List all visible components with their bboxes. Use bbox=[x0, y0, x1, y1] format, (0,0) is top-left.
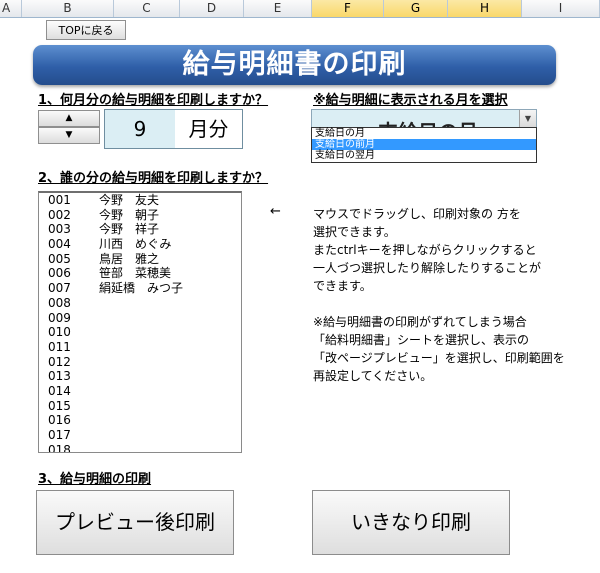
month-select-dropdown: 支給日の月 支給日の前月 支給日の翌月 bbox=[311, 127, 537, 163]
note-line: 「給料明細書」シートを選択し、表示の bbox=[313, 333, 530, 347]
month-display: 9 月分 bbox=[104, 109, 243, 149]
employee-number: 014 bbox=[48, 383, 71, 398]
preview-print-button[interactable]: プレビュー後印刷 bbox=[36, 490, 234, 555]
direct-print-button[interactable]: いきなり印刷 bbox=[312, 490, 510, 555]
section1-heading: 1、何月分の給与明細を印刷しますか？ bbox=[38, 93, 269, 108]
column-header-f[interactable]: F bbox=[312, 0, 384, 17]
employee-number: 003 bbox=[48, 222, 71, 237]
dropdown-option[interactable]: 支給日の翌月 bbox=[312, 150, 536, 161]
employee-number: 002 bbox=[48, 207, 71, 222]
section2-heading: 2、誰の分の給与明細を印刷しますか？ bbox=[38, 171, 269, 186]
list-item[interactable]: 006 笹部 菜穂美 bbox=[39, 266, 241, 281]
employee-listbox[interactable]: 001 今野 友夫 002 今野 朝子 003 今野 祥子 004 川西 めぐみ 005… bbox=[38, 191, 242, 453]
column-header-h[interactable]: H bbox=[448, 0, 522, 17]
list-item[interactable]: 005 鳥居 雅之 bbox=[39, 252, 241, 267]
list-item[interactable]: 003 今野 祥子 bbox=[39, 222, 241, 237]
employee-name: 今野 朝子 bbox=[99, 207, 160, 222]
list-item[interactable]: 014 bbox=[39, 384, 241, 399]
employee-name: 川西 めぐみ bbox=[99, 237, 172, 252]
top-button[interactable]: TOPに戻る bbox=[46, 20, 126, 40]
month-select-heading: ※給与明細に表示される月を選択 bbox=[313, 93, 508, 108]
employee-number: 011 bbox=[48, 339, 71, 354]
employee-number: 017 bbox=[48, 428, 71, 442]
employee-name: 絹延橋 みつ子 bbox=[99, 281, 184, 296]
instruction-line: 選択できます。 bbox=[313, 225, 396, 239]
dropdown-option[interactable]: 支給日の月 bbox=[312, 128, 536, 139]
employee-number: 018 bbox=[48, 442, 71, 453]
month-spin-down-button[interactable]: ▼ bbox=[38, 127, 100, 144]
arrow-left-icon: ← bbox=[270, 204, 281, 219]
list-item[interactable]: 011 bbox=[39, 340, 241, 355]
list-item[interactable]: 004 川西 めぐみ bbox=[39, 237, 241, 252]
month-unit-label: 月分 bbox=[175, 110, 242, 148]
column-header-c[interactable]: C bbox=[114, 0, 180, 17]
list-item[interactable]: 013 bbox=[39, 369, 241, 384]
instruction-line: できます。 bbox=[313, 279, 372, 293]
month-value: 9 bbox=[133, 117, 147, 141]
list-item[interactable]: 010 bbox=[39, 325, 241, 340]
instruction-line: またctrlキーを押しながらクリックすると bbox=[313, 243, 537, 257]
list-item[interactable]: 016 bbox=[39, 413, 241, 428]
employee-number: 007 bbox=[48, 281, 71, 296]
employee-number: 013 bbox=[48, 369, 71, 384]
list-item[interactable]: 008 bbox=[39, 296, 241, 311]
arrow-down-icon: ▼ bbox=[65, 130, 73, 140]
column-header-e[interactable]: E bbox=[244, 0, 312, 17]
instructions-text: マウスでドラッグし、印刷対象の 方を 選択できます。 またctrlキーを押しなが… bbox=[313, 205, 583, 385]
employee-name: 笹部 菜穂美 bbox=[99, 266, 172, 281]
employee-number: 004 bbox=[48, 237, 71, 252]
employee-number: 010 bbox=[48, 325, 71, 340]
note-line: ※給与明細書の印刷がずれてしまう場合 bbox=[313, 315, 527, 329]
employee-name: 今野 友夫 bbox=[99, 193, 160, 207]
column-header-a[interactable]: A bbox=[0, 0, 22, 17]
note-line: 「改ページプレビュー」を選択し、印刷範囲を bbox=[313, 351, 565, 365]
list-item[interactable]: 012 bbox=[39, 355, 241, 370]
arrow-up-icon: ▲ bbox=[65, 113, 73, 123]
note-line: 再設定してください。 bbox=[313, 369, 433, 383]
column-header-d[interactable]: D bbox=[180, 0, 244, 17]
page-title: 給与明細書の印刷 bbox=[33, 45, 556, 85]
month-spin-up-button[interactable]: ▲ bbox=[38, 110, 100, 127]
list-item[interactable]: 009 bbox=[39, 311, 241, 326]
column-header-i[interactable]: I bbox=[522, 0, 600, 17]
column-header-b[interactable]: B bbox=[22, 0, 114, 17]
month-select-combobox[interactable]: 支給日の月 ▼ bbox=[311, 109, 537, 129]
column-header-g[interactable]: G bbox=[384, 0, 448, 17]
dropdown-arrow-icon[interactable]: ▼ bbox=[519, 110, 536, 128]
employee-name: 今野 祥子 bbox=[99, 222, 160, 237]
list-item[interactable]: 018 bbox=[39, 442, 241, 453]
employee-number: 006 bbox=[48, 266, 71, 281]
column-header-bar: A B C D E F G H I bbox=[0, 0, 600, 18]
list-item[interactable]: 001 今野 友夫 bbox=[39, 193, 241, 208]
employee-number: 009 bbox=[48, 310, 71, 325]
instruction-line: マウスでドラッグし、印刷対象の 方を bbox=[313, 207, 521, 221]
employee-number: 008 bbox=[48, 295, 71, 310]
employee-number: 001 bbox=[48, 193, 71, 207]
section3-heading: 3、給与明細の印刷 bbox=[38, 472, 152, 487]
employee-number: 005 bbox=[48, 251, 71, 266]
employee-number: 015 bbox=[48, 398, 71, 413]
list-item[interactable]: 015 bbox=[39, 399, 241, 414]
employee-number: 016 bbox=[48, 413, 71, 428]
list-item[interactable]: 017 bbox=[39, 428, 241, 443]
dropdown-option-selected[interactable]: 支給日の前月 bbox=[312, 139, 536, 150]
employee-name: 鳥居 雅之 bbox=[99, 251, 160, 266]
instruction-line: 一人づつ選択したり解除したりすることが bbox=[313, 261, 542, 275]
list-item[interactable]: 002 今野 朝子 bbox=[39, 208, 241, 223]
employee-number: 012 bbox=[48, 354, 71, 369]
list-item[interactable]: 007 絹延橋 みつ子 bbox=[39, 281, 241, 296]
